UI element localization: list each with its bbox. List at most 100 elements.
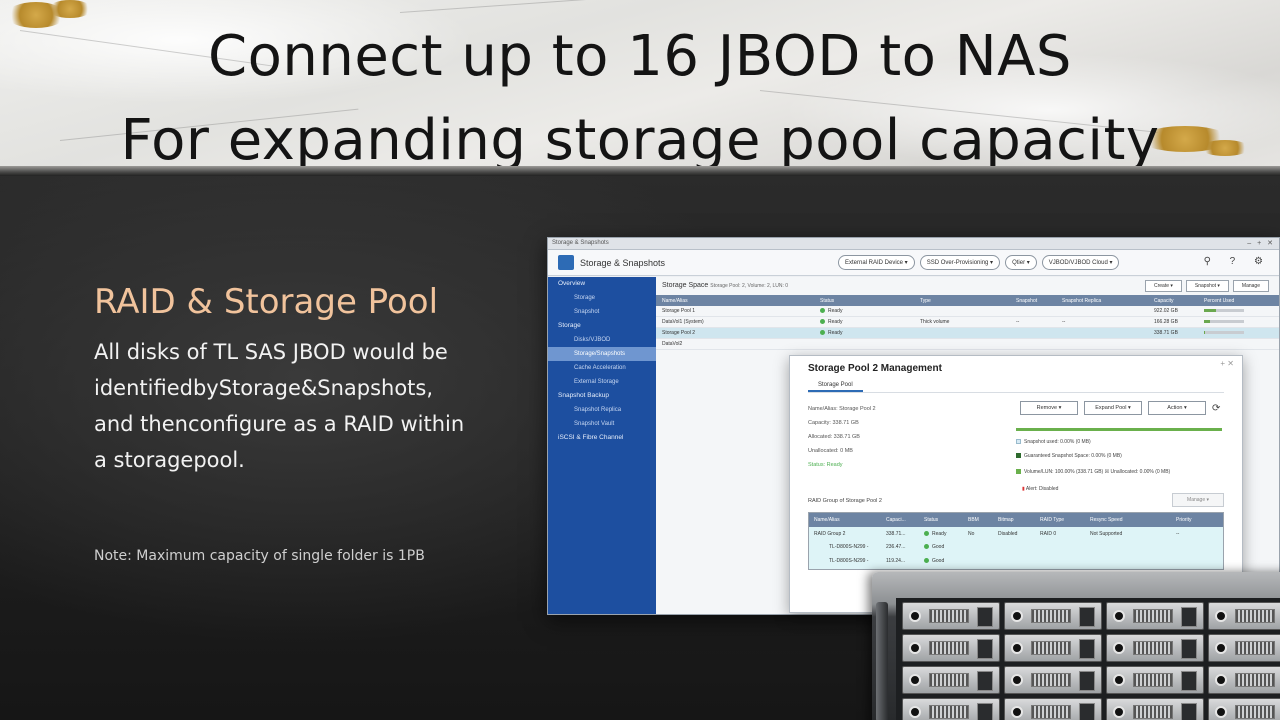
window-titlebar: Storage & Snapshots – + ✕	[548, 238, 1279, 250]
window-controls[interactable]: – + ✕	[1247, 239, 1275, 247]
drive-grille	[1235, 609, 1275, 623]
sidebar-item[interactable]: Disks/VJBOD	[548, 333, 656, 347]
drive-grille	[1235, 641, 1275, 655]
vjbod-button[interactable]: VJBOD/VJBOD Cloud ▾	[1041, 255, 1120, 270]
storage-space-title: Storage Space	[662, 282, 709, 289]
drive-led-icon	[909, 674, 921, 686]
sidebar-item[interactable]: Cache Acceleration	[548, 361, 656, 375]
create-button[interactable]: Create ▾	[1144, 280, 1182, 292]
table-row[interactable]: TL-D800S-N299 - 236.47... Good	[809, 540, 1223, 553]
tab-storage-pool[interactable]: Storage Pool	[808, 380, 863, 392]
drive-led-icon	[1113, 610, 1125, 622]
drive-tray	[902, 602, 1000, 630]
table-cell: RAID 0	[1040, 530, 1057, 537]
table-cell: DataVol2	[662, 341, 683, 347]
app-logo-icon	[558, 255, 574, 270]
body-line: a storagepool.	[94, 448, 245, 472]
expand-pool-button[interactable]: Expand Pool ▾	[1084, 401, 1142, 415]
toolbar-icons[interactable]: ⚲ ? ⚙	[1204, 256, 1271, 267]
storage-table-header: Name/Alias Status Type Snapshot Snapshot Rep…	[656, 295, 1279, 306]
info-unallocated: Unallocated: 0 MB	[808, 448, 853, 454]
refresh-icon[interactable]: ⟳	[1212, 403, 1220, 414]
status-ok-icon	[924, 530, 929, 536]
table-row[interactable]: Storage Pool 1 Ready 922.02 GB	[656, 306, 1279, 317]
column-header: Name/Alias	[662, 297, 688, 304]
qtier-button[interactable]: Qtier ▾	[1005, 255, 1037, 270]
drive-led-icon	[1011, 706, 1023, 718]
ssd-overprovisioning-button[interactable]: SSD Over-Provisioning ▾	[919, 255, 1001, 270]
external-raid-button[interactable]: External RAID Device ▾	[838, 255, 915, 270]
drive-led-icon	[909, 610, 921, 622]
toolbar: External RAID Device ▾ SSD Over-Provisio…	[838, 255, 1120, 270]
drive-latch	[1181, 607, 1197, 627]
usage-bar	[1204, 309, 1244, 313]
table-cell: 119.24...	[886, 558, 906, 564]
drive-grille	[1133, 641, 1173, 655]
status-ok-icon	[924, 558, 929, 564]
raid-table-header: Name/Alias Capaci... Status BBM Bitmap RAID T…	[809, 513, 1223, 527]
table-row[interactable]: DataVol2	[656, 339, 1279, 350]
drive-latch	[1079, 607, 1095, 627]
table-cell: Ready	[814, 308, 914, 314]
drive-led-icon	[1215, 642, 1227, 654]
sidebar-item[interactable]: External Storage	[548, 375, 656, 389]
table-cell: Disabled	[998, 530, 1018, 537]
legend-swatch	[1016, 469, 1021, 475]
drive-grille	[929, 609, 969, 623]
drive-led-icon	[1215, 610, 1227, 622]
sidebar-item[interactable]: Storage	[548, 319, 656, 333]
table-cell: Thick volume	[920, 319, 950, 325]
legend-text: Volume/LUN: 100.00% (338.71 GB) ☒ Unallo…	[1024, 469, 1171, 475]
raid-manage-button[interactable]: Manage ▾	[1172, 493, 1224, 507]
table-cell: 166.28 GB	[1154, 319, 1178, 325]
close-icon[interactable]: + ✕	[1220, 359, 1234, 368]
sidebar-item[interactable]: Overview	[548, 277, 656, 291]
column-header: Capacity	[1154, 297, 1174, 304]
drive-tray	[1208, 602, 1280, 630]
remove-button[interactable]: Remove ▾	[1020, 401, 1078, 415]
sidebar-item[interactable]: Storage	[548, 291, 656, 305]
sidebar-item[interactable]: Snapshot	[548, 305, 656, 319]
sidebar-item[interactable]: iSCSI & Fibre Channel	[548, 431, 656, 445]
table-cell: TL-D800S-N299 -	[829, 543, 869, 550]
sidebar-item[interactable]: Snapshot Replica	[548, 403, 656, 417]
table-row[interactable]: Storage Pool 2 Ready 338.71 GB	[656, 328, 1279, 339]
snapshot-button[interactable]: Snapshot ▾	[1185, 280, 1229, 292]
drive-latch	[1181, 671, 1197, 691]
usage-fill	[1204, 309, 1216, 313]
drive-tray	[902, 666, 1000, 694]
table-row[interactable]: DataVol1 (System) Ready Thick volume -- -- 16…	[656, 317, 1279, 328]
drive-tray	[1004, 698, 1102, 720]
alert-text: Alert: Disabled	[1025, 486, 1059, 492]
legend-swatch	[1016, 439, 1021, 445]
sidebar-item[interactable]: Storage/Snapshots	[548, 347, 656, 361]
legend-text: Snapshot used: 0.00% (0 MB)	[1024, 439, 1091, 445]
column-header: BBM	[968, 517, 979, 523]
sidebar-item[interactable]: Snapshot Backup	[548, 389, 656, 403]
hero-divider	[0, 166, 1280, 176]
dialog-actions: Remove ▾ Expand Pool ▾ Action ▾ ⟳	[1020, 401, 1220, 415]
table-row[interactable]: RAID Group 2 338.71... Ready No Disabled RAID…	[809, 527, 1223, 540]
drive-tray	[1106, 666, 1204, 694]
sidebar-item[interactable]: Snapshot Vault	[548, 417, 656, 431]
table-row[interactable]: TL-D800S-N299 - 119.24... Good	[809, 553, 1223, 569]
drive-grille	[1235, 673, 1275, 687]
drive-led-icon	[1215, 706, 1227, 718]
drive-latch	[1079, 671, 1095, 691]
tab-divider	[808, 392, 1224, 393]
manage-button[interactable]: Manage	[1232, 280, 1269, 292]
app-header: Storage & Snapshots External RAID Device…	[548, 250, 1279, 276]
drive-tray	[1208, 698, 1280, 720]
storage-table-body: Storage Pool 1 Ready 922.02 GB DataVol1 (Sy…	[656, 306, 1279, 350]
legend-volume: Volume/LUN: 100.00% (338.71 GB) ☒ Unallo…	[1016, 469, 1170, 475]
drive-latch	[977, 671, 993, 691]
table-cell: Ready	[814, 319, 914, 325]
action-button[interactable]: Action ▾	[1148, 401, 1206, 415]
body-line: and thenconfigure as a RAID within	[94, 412, 465, 436]
storage-space-subtitle: Storage Pool: 2, Volume: 2, LUN: 0	[710, 283, 789, 289]
body-line: All disks of TL SAS JBOD would be	[94, 340, 448, 364]
section-heading: RAID & Storage Pool	[94, 282, 439, 322]
column-header: Name/Alias	[814, 517, 840, 523]
pool-usage-bar	[1016, 428, 1222, 431]
table-cell: No	[968, 530, 975, 537]
